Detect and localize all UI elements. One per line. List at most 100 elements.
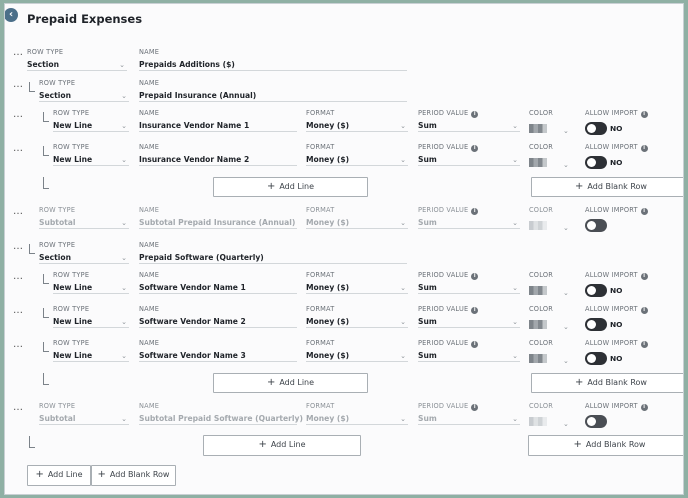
allow-import-field: ALLOW IMPORT i NO bbox=[585, 271, 665, 299]
row-name-field[interactable]: NAME Software Vendor Name 1 bbox=[139, 271, 297, 294]
row-type-select[interactable]: ROW TYPE New Line ⌄ bbox=[53, 305, 129, 328]
chevron-down-icon: ⌄ bbox=[512, 318, 518, 326]
allow-import-toggle[interactable] bbox=[585, 122, 607, 135]
row-type-label: ROW TYPE bbox=[53, 271, 90, 279]
color-picker[interactable]: COLOR ⌄ bbox=[529, 109, 575, 137]
add-blank-row-button[interactable]: + Add Blank Row bbox=[531, 373, 683, 393]
format-select: FORMAT Money ($) ⌄ bbox=[306, 206, 408, 229]
row-more-icon[interactable]: … bbox=[13, 110, 24, 120]
tree-connector bbox=[43, 342, 49, 352]
row-type-value: New Line ⌄ bbox=[53, 317, 129, 328]
color-swatch bbox=[529, 286, 547, 295]
row-type-select[interactable]: ROW TYPE Section ⌄ bbox=[39, 241, 129, 264]
row-type-select[interactable]: ROW TYPE New Line ⌄ bbox=[53, 109, 129, 132]
period-value-select[interactable]: PERIOD VALUE i Sum ⌄ bbox=[418, 339, 520, 362]
row-name-field[interactable]: NAME Prepaid Software (Quarterly) bbox=[139, 241, 407, 264]
add-blank-row-button[interactable]: + Add Blank Row bbox=[531, 177, 683, 197]
format-label: FORMAT bbox=[306, 143, 335, 151]
allow-import-toggle[interactable] bbox=[585, 352, 607, 365]
info-icon[interactable]: i bbox=[640, 208, 648, 215]
color-picker[interactable]: COLOR ⌄ bbox=[529, 271, 575, 299]
format-select[interactable]: FORMAT Money ($) ⌄ bbox=[306, 109, 408, 132]
row-type-select[interactable]: ROW TYPE Section ⌄ bbox=[39, 79, 129, 102]
color-picker[interactable]: COLOR ⌄ bbox=[529, 305, 575, 333]
info-icon[interactable]: i bbox=[471, 111, 479, 118]
allow-import-toggle[interactable] bbox=[585, 156, 607, 169]
chevron-down-icon: ⌄ bbox=[121, 219, 127, 227]
row-more-icon[interactable]: … bbox=[13, 144, 24, 154]
allow-import-toggle[interactable] bbox=[585, 284, 607, 297]
info-icon[interactable]: i bbox=[640, 404, 648, 411]
add-blank-row-button[interactable]: + Add Blank Row bbox=[528, 435, 683, 456]
plus-icon: + bbox=[266, 377, 276, 388]
allow-import-field: ALLOW IMPORT i NO bbox=[585, 109, 665, 137]
info-icon[interactable]: i bbox=[640, 111, 648, 118]
color-picker: COLOR ⌄ bbox=[529, 402, 575, 430]
allow-import-label: ALLOW IMPORT i bbox=[585, 402, 665, 411]
allow-import-label: ALLOW IMPORT i bbox=[585, 109, 665, 118]
add-line-button[interactable]: + Add Line bbox=[213, 373, 368, 393]
info-icon[interactable]: i bbox=[471, 307, 479, 314]
row-more-icon[interactable]: … bbox=[13, 80, 24, 90]
name-label: NAME bbox=[139, 48, 160, 56]
row-type-value: Subtotal ⌄ bbox=[39, 218, 129, 229]
info-icon[interactable]: i bbox=[640, 273, 648, 280]
info-icon[interactable]: i bbox=[640, 341, 648, 348]
allow-import-field: ALLOW IMPORT i NO bbox=[585, 339, 665, 367]
row-name-field[interactable]: NAME Prepaids Additions ($) bbox=[139, 48, 407, 71]
row-type-select[interactable]: ROW TYPE Section ⌄ bbox=[27, 48, 127, 71]
row-type-select[interactable]: ROW TYPE New Line ⌄ bbox=[53, 271, 129, 294]
row-type-value: Subtotal ⌄ bbox=[39, 414, 129, 425]
add-line-button[interactable]: + Add Line bbox=[213, 177, 368, 197]
format-value: Money ($) ⌄ bbox=[306, 121, 408, 132]
info-icon[interactable]: i bbox=[640, 145, 648, 152]
row-more-icon[interactable]: … bbox=[13, 340, 24, 350]
allow-import-toggle[interactable] bbox=[585, 318, 607, 331]
row-more-icon[interactable]: … bbox=[13, 242, 24, 252]
allow-import-toggle[interactable] bbox=[585, 219, 607, 232]
row-name-field[interactable]: NAME Software Vendor Name 3 bbox=[139, 339, 297, 362]
add-line-button[interactable]: + Add Line bbox=[203, 435, 361, 456]
chevron-down-icon: ⌄ bbox=[121, 92, 127, 100]
format-select[interactable]: FORMAT Money ($) ⌄ bbox=[306, 339, 408, 362]
back-arrow-icon[interactable]: ‹ bbox=[5, 8, 18, 22]
period-value-select[interactable]: PERIOD VALUE i Sum ⌄ bbox=[418, 305, 520, 328]
period-value-select[interactable]: PERIOD VALUE i Sum ⌄ bbox=[418, 143, 520, 166]
row-type-select[interactable]: ROW TYPE New Line ⌄ bbox=[53, 339, 129, 362]
info-icon[interactable]: i bbox=[471, 341, 479, 348]
chevron-down-icon: ⌄ bbox=[512, 284, 518, 292]
info-icon[interactable]: i bbox=[640, 307, 648, 314]
allow-import-toggle[interactable] bbox=[585, 415, 607, 428]
row-name-field[interactable]: NAME Prepaid Insurance (Annual) bbox=[139, 79, 407, 102]
color-picker[interactable]: COLOR ⌄ bbox=[529, 143, 575, 171]
format-select[interactable]: FORMAT Money ($) ⌄ bbox=[306, 305, 408, 328]
row-type-value: Section ⌄ bbox=[39, 253, 129, 264]
row-more-icon[interactable]: … bbox=[13, 48, 24, 58]
format-select[interactable]: FORMAT Money ($) ⌄ bbox=[306, 143, 408, 166]
format-select[interactable]: FORMAT Money ($) ⌄ bbox=[306, 271, 408, 294]
row-name-field[interactable]: NAME Insurance Vendor Name 1 bbox=[139, 109, 297, 132]
format-label: FORMAT bbox=[306, 109, 335, 117]
row-more-icon[interactable]: … bbox=[13, 272, 24, 282]
tree-connector bbox=[29, 244, 35, 254]
period-value-select[interactable]: PERIOD VALUE i Sum ⌄ bbox=[418, 271, 520, 294]
row-name-field[interactable]: NAME Insurance Vendor Name 2 bbox=[139, 143, 297, 166]
plus-icon: + bbox=[258, 439, 267, 450]
chevron-down-icon: ⌄ bbox=[121, 318, 127, 326]
row-more-icon[interactable]: … bbox=[13, 306, 24, 316]
add-line-button[interactable]: + Add Line bbox=[27, 465, 91, 486]
row-type-select[interactable]: ROW TYPE New Line ⌄ bbox=[53, 143, 129, 166]
row-name-field[interactable]: NAME Software Vendor Name 2 bbox=[139, 305, 297, 328]
info-icon[interactable]: i bbox=[471, 404, 479, 411]
row-more-icon[interactable]: … bbox=[13, 403, 24, 413]
info-icon[interactable]: i bbox=[471, 273, 479, 280]
row-type-label: ROW TYPE bbox=[53, 339, 90, 347]
info-icon[interactable]: i bbox=[471, 208, 479, 215]
color-label: COLOR bbox=[529, 271, 554, 279]
row-more-icon[interactable]: … bbox=[13, 207, 24, 217]
add-blank-row-button[interactable]: + Add Blank Row bbox=[91, 465, 176, 486]
info-icon[interactable]: i bbox=[471, 145, 479, 152]
color-picker[interactable]: COLOR ⌄ bbox=[529, 339, 575, 367]
period-value-select: PERIOD VALUE i Sum ⌄ bbox=[418, 402, 520, 425]
period-value-select[interactable]: PERIOD VALUE i Sum ⌄ bbox=[418, 109, 520, 132]
